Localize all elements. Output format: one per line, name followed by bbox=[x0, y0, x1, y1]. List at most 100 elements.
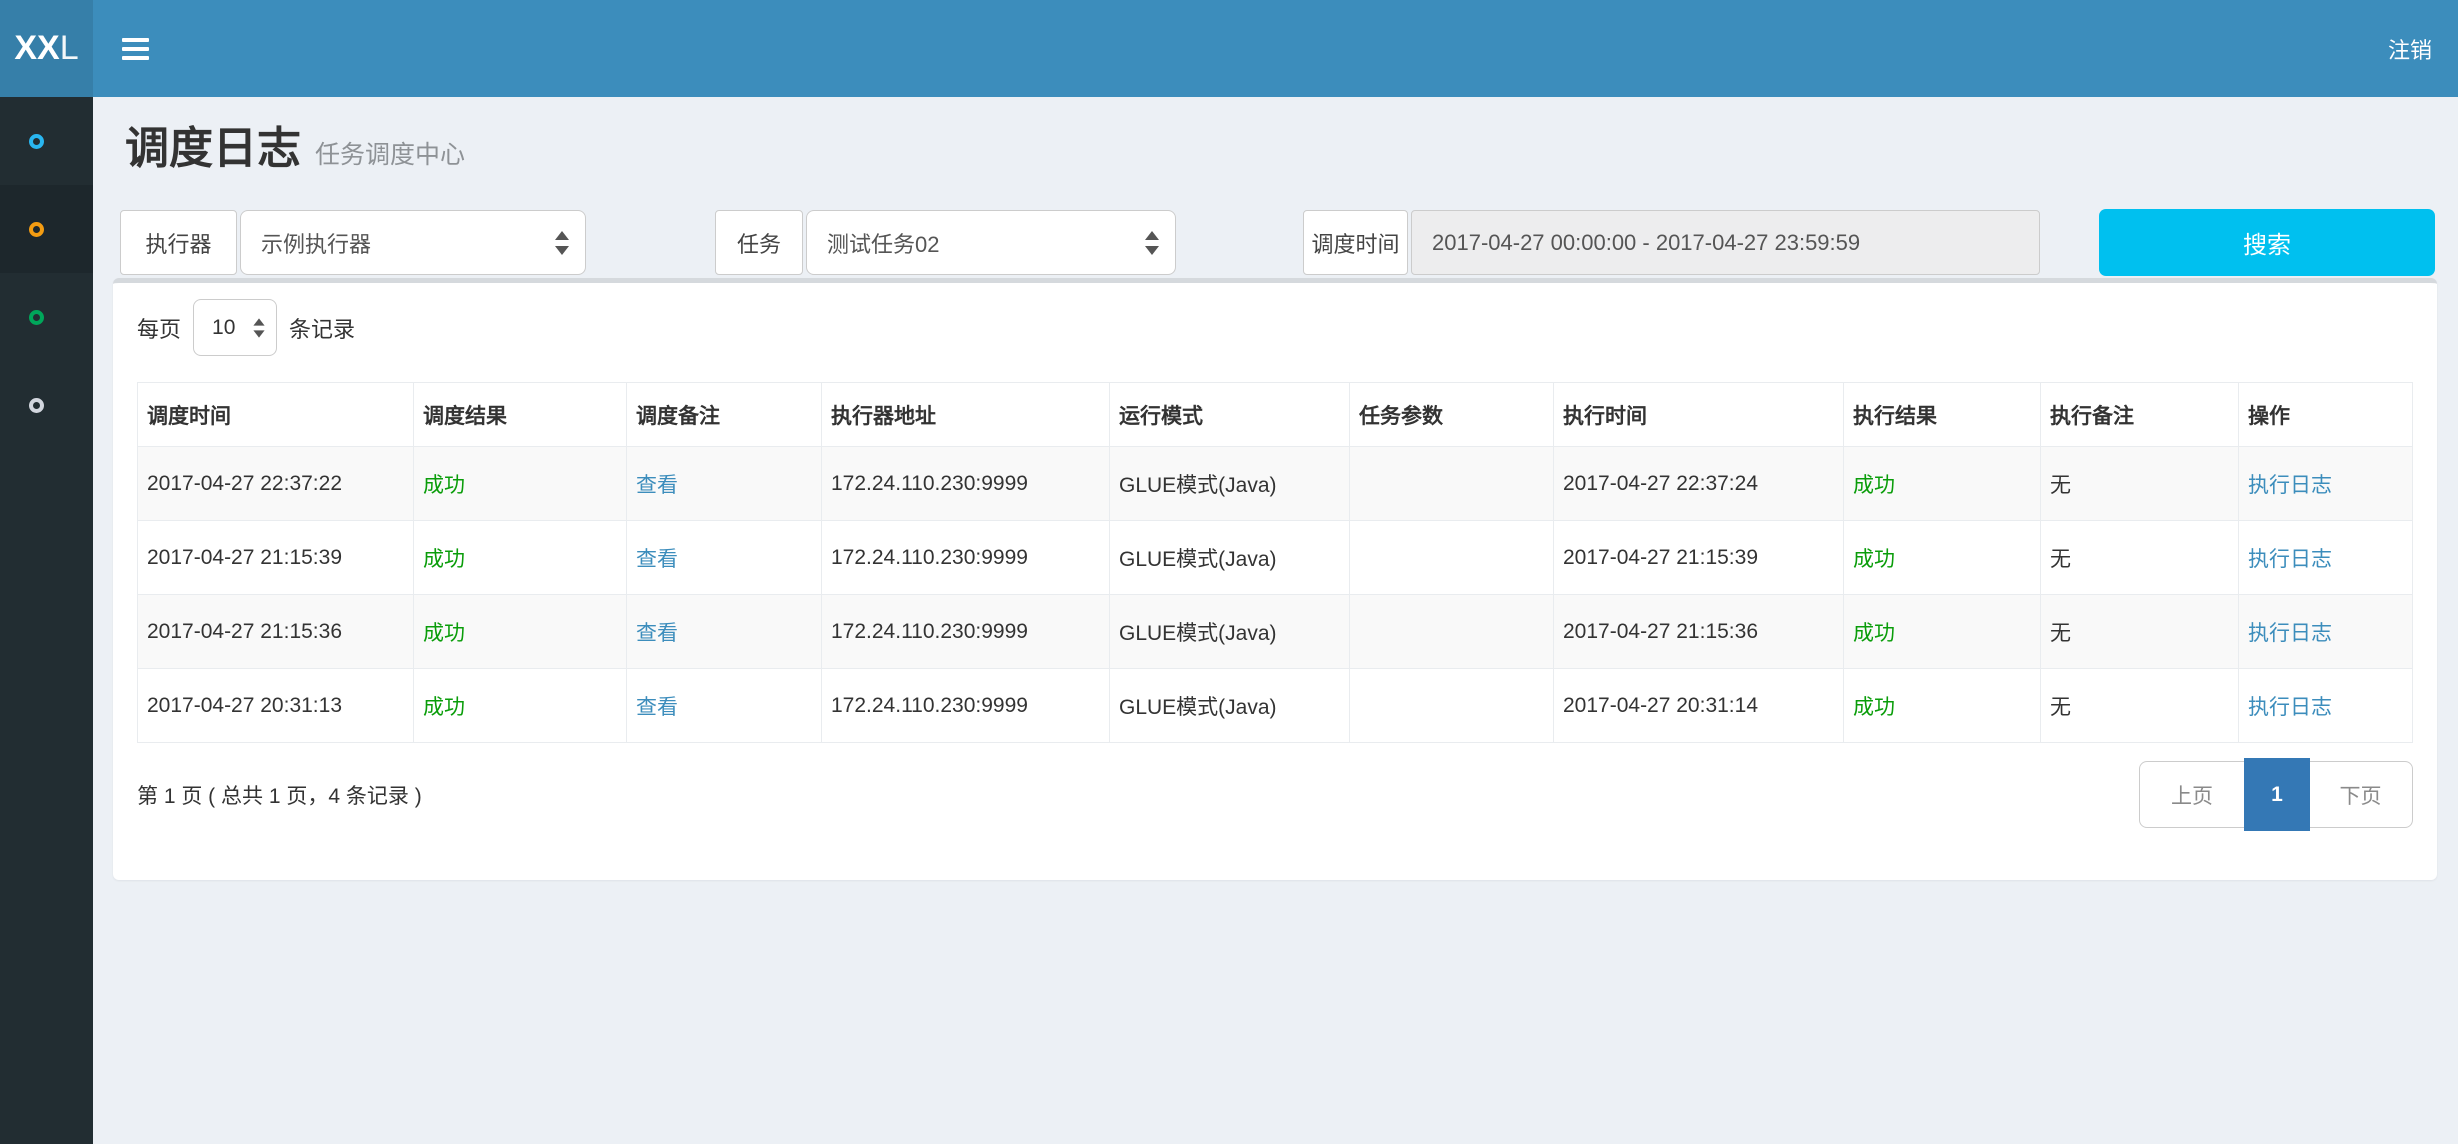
dispatch_remark-link[interactable]: 查看 bbox=[636, 474, 678, 497]
cell-job_param bbox=[1350, 669, 1554, 743]
cell-exec_remark: 无 bbox=[2041, 669, 2239, 743]
job-select-value: 测试任务02 bbox=[827, 227, 939, 259]
logout-link[interactable]: 注销 bbox=[2388, 0, 2432, 97]
hamburger-icon bbox=[122, 47, 149, 51]
cell-exec_time: 2017-04-27 20:31:14 bbox=[1554, 669, 1844, 743]
column-header-action: 操作 bbox=[2239, 383, 2413, 447]
cell-dispatch_remark: 查看 bbox=[627, 521, 822, 595]
cell-run_mode: GLUE模式(Java) bbox=[1110, 521, 1350, 595]
cell-executor_address: 172.24.110.230:9999 bbox=[822, 447, 1110, 521]
sidebar-toggle-button[interactable] bbox=[122, 0, 162, 97]
top-navbar: XXL 注销 bbox=[0, 0, 2458, 97]
cell-action: 执行日志 bbox=[2239, 447, 2413, 521]
cell-dispatch_remark: 查看 bbox=[627, 669, 822, 743]
action-link[interactable]: 执行日志 bbox=[2248, 474, 2332, 497]
table-header-row: 调度时间调度结果调度备注执行器地址运行模式任务参数执行时间执行结果执行备注操作 bbox=[138, 383, 2413, 447]
cell-dispatch_time: 2017-04-27 22:37:22 bbox=[138, 447, 414, 521]
log-panel: 每页 10 条记录 调度时间调度结果调度备注执行器地址运行模式任务参数执行时间执… bbox=[113, 278, 2437, 880]
job-label: 任务 bbox=[715, 210, 803, 275]
cell-run_mode: GLUE模式(Java) bbox=[1110, 669, 1350, 743]
cell-executor_address: 172.24.110.230:9999 bbox=[822, 595, 1110, 669]
next-page-button[interactable]: 下页 bbox=[2308, 761, 2413, 828]
page-size-suffix: 条记录 bbox=[289, 312, 355, 344]
sidebar-item-2[interactable] bbox=[0, 185, 93, 273]
column-header-dispatch_time: 调度时间 bbox=[138, 383, 414, 447]
action-link[interactable]: 执行日志 bbox=[2248, 548, 2332, 571]
cell-dispatch_result: 成功 bbox=[414, 447, 627, 521]
logo-text-light: L bbox=[60, 29, 79, 68]
column-header-job_param: 任务参数 bbox=[1350, 383, 1554, 447]
dispatch_remark-link[interactable]: 查看 bbox=[636, 548, 678, 571]
cell-exec_result: 成功 bbox=[1844, 595, 2041, 669]
sidebar-item-1[interactable] bbox=[0, 97, 93, 185]
column-header-exec_remark: 执行备注 bbox=[2041, 383, 2239, 447]
hamburger-icon bbox=[122, 56, 149, 60]
executor-label: 执行器 bbox=[120, 210, 237, 275]
dispatch_remark-link[interactable]: 查看 bbox=[636, 696, 678, 719]
cell-exec_result: 成功 bbox=[1844, 447, 2041, 521]
time-filter-group: 调度时间 bbox=[1303, 210, 2040, 275]
page-size-select[interactable]: 10 bbox=[193, 299, 277, 356]
select-arrows-icon bbox=[253, 317, 264, 338]
job-filter-group: 任务 测试任务02 bbox=[715, 210, 1176, 275]
cell-exec_remark: 无 bbox=[2041, 521, 2239, 595]
column-header-exec_time: 执行时间 bbox=[1554, 383, 1844, 447]
cell-exec_time: 2017-04-27 22:37:24 bbox=[1554, 447, 1844, 521]
circle-icon bbox=[29, 134, 44, 149]
executor-select-value: 示例执行器 bbox=[261, 227, 371, 259]
table-row: 2017-04-27 21:15:39成功查看172.24.110.230:99… bbox=[138, 521, 2413, 595]
prev-page-button[interactable]: 上页 bbox=[2139, 761, 2245, 828]
cell-run_mode: GLUE模式(Java) bbox=[1110, 595, 1350, 669]
executor-select[interactable]: 示例执行器 bbox=[240, 210, 586, 275]
circle-icon bbox=[29, 398, 44, 413]
job-select[interactable]: 测试任务02 bbox=[806, 210, 1176, 275]
executor-filter-group: 执行器 示例执行器 bbox=[120, 210, 586, 275]
table-row: 2017-04-27 20:31:13成功查看172.24.110.230:99… bbox=[138, 669, 2413, 743]
cell-dispatch_result: 成功 bbox=[414, 521, 627, 595]
cell-exec_result: 成功 bbox=[1844, 669, 2041, 743]
table-row: 2017-04-27 22:37:22成功查看172.24.110.230:99… bbox=[138, 447, 2413, 521]
time-range-input[interactable] bbox=[1411, 210, 2040, 275]
page-title: 调度日志 bbox=[125, 112, 301, 176]
cell-action: 执行日志 bbox=[2239, 521, 2413, 595]
pagination-controls: 上页 1 下页 bbox=[2139, 758, 2413, 831]
sidebar bbox=[0, 97, 93, 1144]
dispatch-log-table: 调度时间调度结果调度备注执行器地址运行模式任务参数执行时间执行结果执行备注操作 … bbox=[137, 382, 2413, 743]
cell-job_param bbox=[1350, 521, 1554, 595]
cell-exec_time: 2017-04-27 21:15:39 bbox=[1554, 521, 1844, 595]
column-header-run_mode: 运行模式 bbox=[1110, 383, 1350, 447]
column-header-dispatch_remark: 调度备注 bbox=[627, 383, 822, 447]
dispatch_remark-link[interactable]: 查看 bbox=[636, 622, 678, 645]
page-subtitle: 任务调度中心 bbox=[315, 135, 465, 171]
page-size-prefix: 每页 bbox=[137, 312, 181, 344]
column-header-executor_address: 执行器地址 bbox=[822, 383, 1110, 447]
search-button[interactable]: 搜索 bbox=[2099, 209, 2435, 276]
cell-exec_result: 成功 bbox=[1844, 521, 2041, 595]
pagination-info: 第 1 页 ( 总共 1 页，4 条记录 ) bbox=[137, 780, 422, 810]
action-link[interactable]: 执行日志 bbox=[2248, 696, 2332, 719]
cell-exec_time: 2017-04-27 21:15:36 bbox=[1554, 595, 1844, 669]
hamburger-icon bbox=[122, 38, 149, 42]
circle-icon bbox=[29, 222, 44, 237]
cell-dispatch_time: 2017-04-27 20:31:13 bbox=[138, 669, 414, 743]
cell-dispatch_time: 2017-04-27 21:15:39 bbox=[138, 521, 414, 595]
cell-dispatch_remark: 查看 bbox=[627, 595, 822, 669]
sidebar-item-4[interactable] bbox=[0, 361, 93, 449]
current-page-button[interactable]: 1 bbox=[2244, 758, 2310, 831]
table-footer: 第 1 页 ( 总共 1 页，4 条记录 ) 上页 1 下页 bbox=[137, 758, 2413, 831]
action-link[interactable]: 执行日志 bbox=[2248, 622, 2332, 645]
cell-job_param bbox=[1350, 447, 1554, 521]
cell-exec_remark: 无 bbox=[2041, 447, 2239, 521]
column-header-exec_result: 执行结果 bbox=[1844, 383, 2041, 447]
cell-dispatch_result: 成功 bbox=[414, 595, 627, 669]
time-label: 调度时间 bbox=[1303, 210, 1408, 275]
cell-action: 执行日志 bbox=[2239, 669, 2413, 743]
cell-dispatch_remark: 查看 bbox=[627, 447, 822, 521]
select-arrows-icon bbox=[555, 230, 569, 256]
sidebar-item-3[interactable] bbox=[0, 273, 93, 361]
app-logo[interactable]: XXL bbox=[0, 0, 93, 97]
page-header: 调度日志 任务调度中心 bbox=[125, 112, 465, 176]
cell-executor_address: 172.24.110.230:9999 bbox=[822, 521, 1110, 595]
select-arrows-icon bbox=[1145, 230, 1159, 256]
cell-job_param bbox=[1350, 595, 1554, 669]
